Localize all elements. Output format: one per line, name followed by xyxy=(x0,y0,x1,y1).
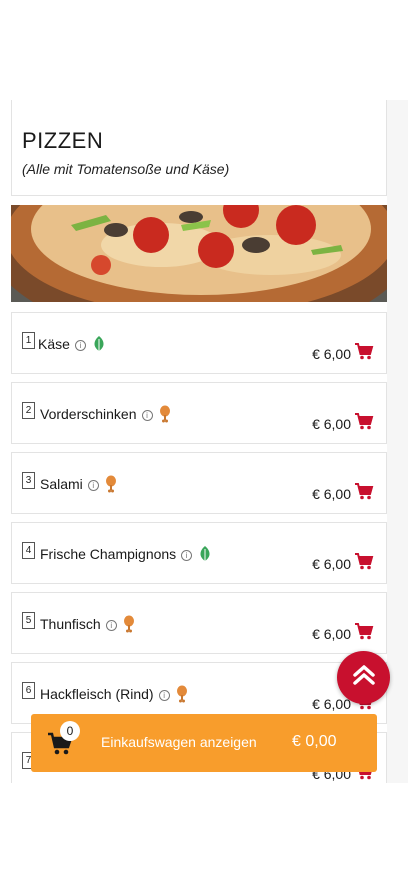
info-icon[interactable]: i xyxy=(87,480,99,492)
item-name: Frische Champignons xyxy=(40,546,177,563)
menu-item[interactable]: 3 Salami i € 6,00 xyxy=(11,452,387,514)
add-to-cart-icon[interactable] xyxy=(354,342,374,365)
pizza-image xyxy=(11,205,387,302)
item-number: 5 xyxy=(22,612,35,629)
item-price: € 6,00 xyxy=(312,415,351,432)
item-name: Salami xyxy=(40,476,83,493)
cart-label: Einkaufswagen anzeigen xyxy=(101,734,257,750)
view-cart-button[interactable]: 0 Einkaufswagen anzeigen € 0,00 xyxy=(31,714,377,772)
item-number: 6 xyxy=(22,682,35,699)
info-icon[interactable]: i xyxy=(141,410,153,422)
drumstick-icon xyxy=(176,685,188,706)
info-icon[interactable]: i xyxy=(105,620,117,632)
item-number: 4 xyxy=(22,542,35,559)
leaf-icon xyxy=(198,545,212,566)
add-to-cart-icon[interactable] xyxy=(354,552,374,575)
menu-item[interactable]: 2 Vorderschinken i € 6,00 xyxy=(11,382,387,444)
drumstick-icon xyxy=(105,475,117,496)
item-price: € 6,00 xyxy=(312,625,351,642)
add-to-cart-icon[interactable] xyxy=(354,482,374,505)
cart-count-badge: 0 xyxy=(60,721,80,741)
info-icon[interactable]: i xyxy=(158,690,170,702)
item-price: € 6,00 xyxy=(312,555,351,572)
category-header: PIZZEN (Alle mit Tomatensoße und Käse) xyxy=(11,100,387,196)
item-name: Vorderschinken xyxy=(40,406,137,423)
menu-item[interactable]: 4 Frische Champignons i € 6,00 xyxy=(11,522,387,584)
info-icon[interactable]: i xyxy=(181,550,193,562)
info-icon[interactable]: i xyxy=(74,340,86,352)
drumstick-icon xyxy=(159,405,171,426)
add-to-cart-icon[interactable] xyxy=(354,412,374,435)
cart-total: € 0,00 xyxy=(292,733,337,750)
leaf-icon xyxy=(92,335,106,356)
item-number: 1 xyxy=(22,332,35,349)
drumstick-icon xyxy=(123,615,135,636)
category-title: PIZZEN xyxy=(22,128,104,153)
menu-item[interactable]: 5 Thunfisch i € 6,00 xyxy=(11,592,387,654)
item-name: Thunfisch xyxy=(40,616,101,633)
scroll-to-top-button[interactable] xyxy=(337,651,390,704)
item-name: Käse xyxy=(38,336,70,353)
item-name: Hackfleisch (Rind) xyxy=(40,686,154,703)
add-to-cart-icon[interactable] xyxy=(354,622,374,645)
page-gutter xyxy=(387,100,408,783)
menu-item[interactable]: 1 Käse i € 6,00 xyxy=(11,312,387,374)
menu-content: PIZZEN (Alle mit Tomatensoße und Käse) 1 xyxy=(11,100,387,783)
item-price: € 6,00 xyxy=(312,485,351,502)
category-subtitle: (Alle mit Tomatensoße und Käse) xyxy=(22,161,230,177)
item-number: 2 xyxy=(22,402,35,419)
item-price: € 6,00 xyxy=(312,345,351,362)
double-chevron-up-icon xyxy=(351,662,377,693)
item-price: € 6,00 xyxy=(312,695,351,712)
item-number: 3 xyxy=(22,472,35,489)
